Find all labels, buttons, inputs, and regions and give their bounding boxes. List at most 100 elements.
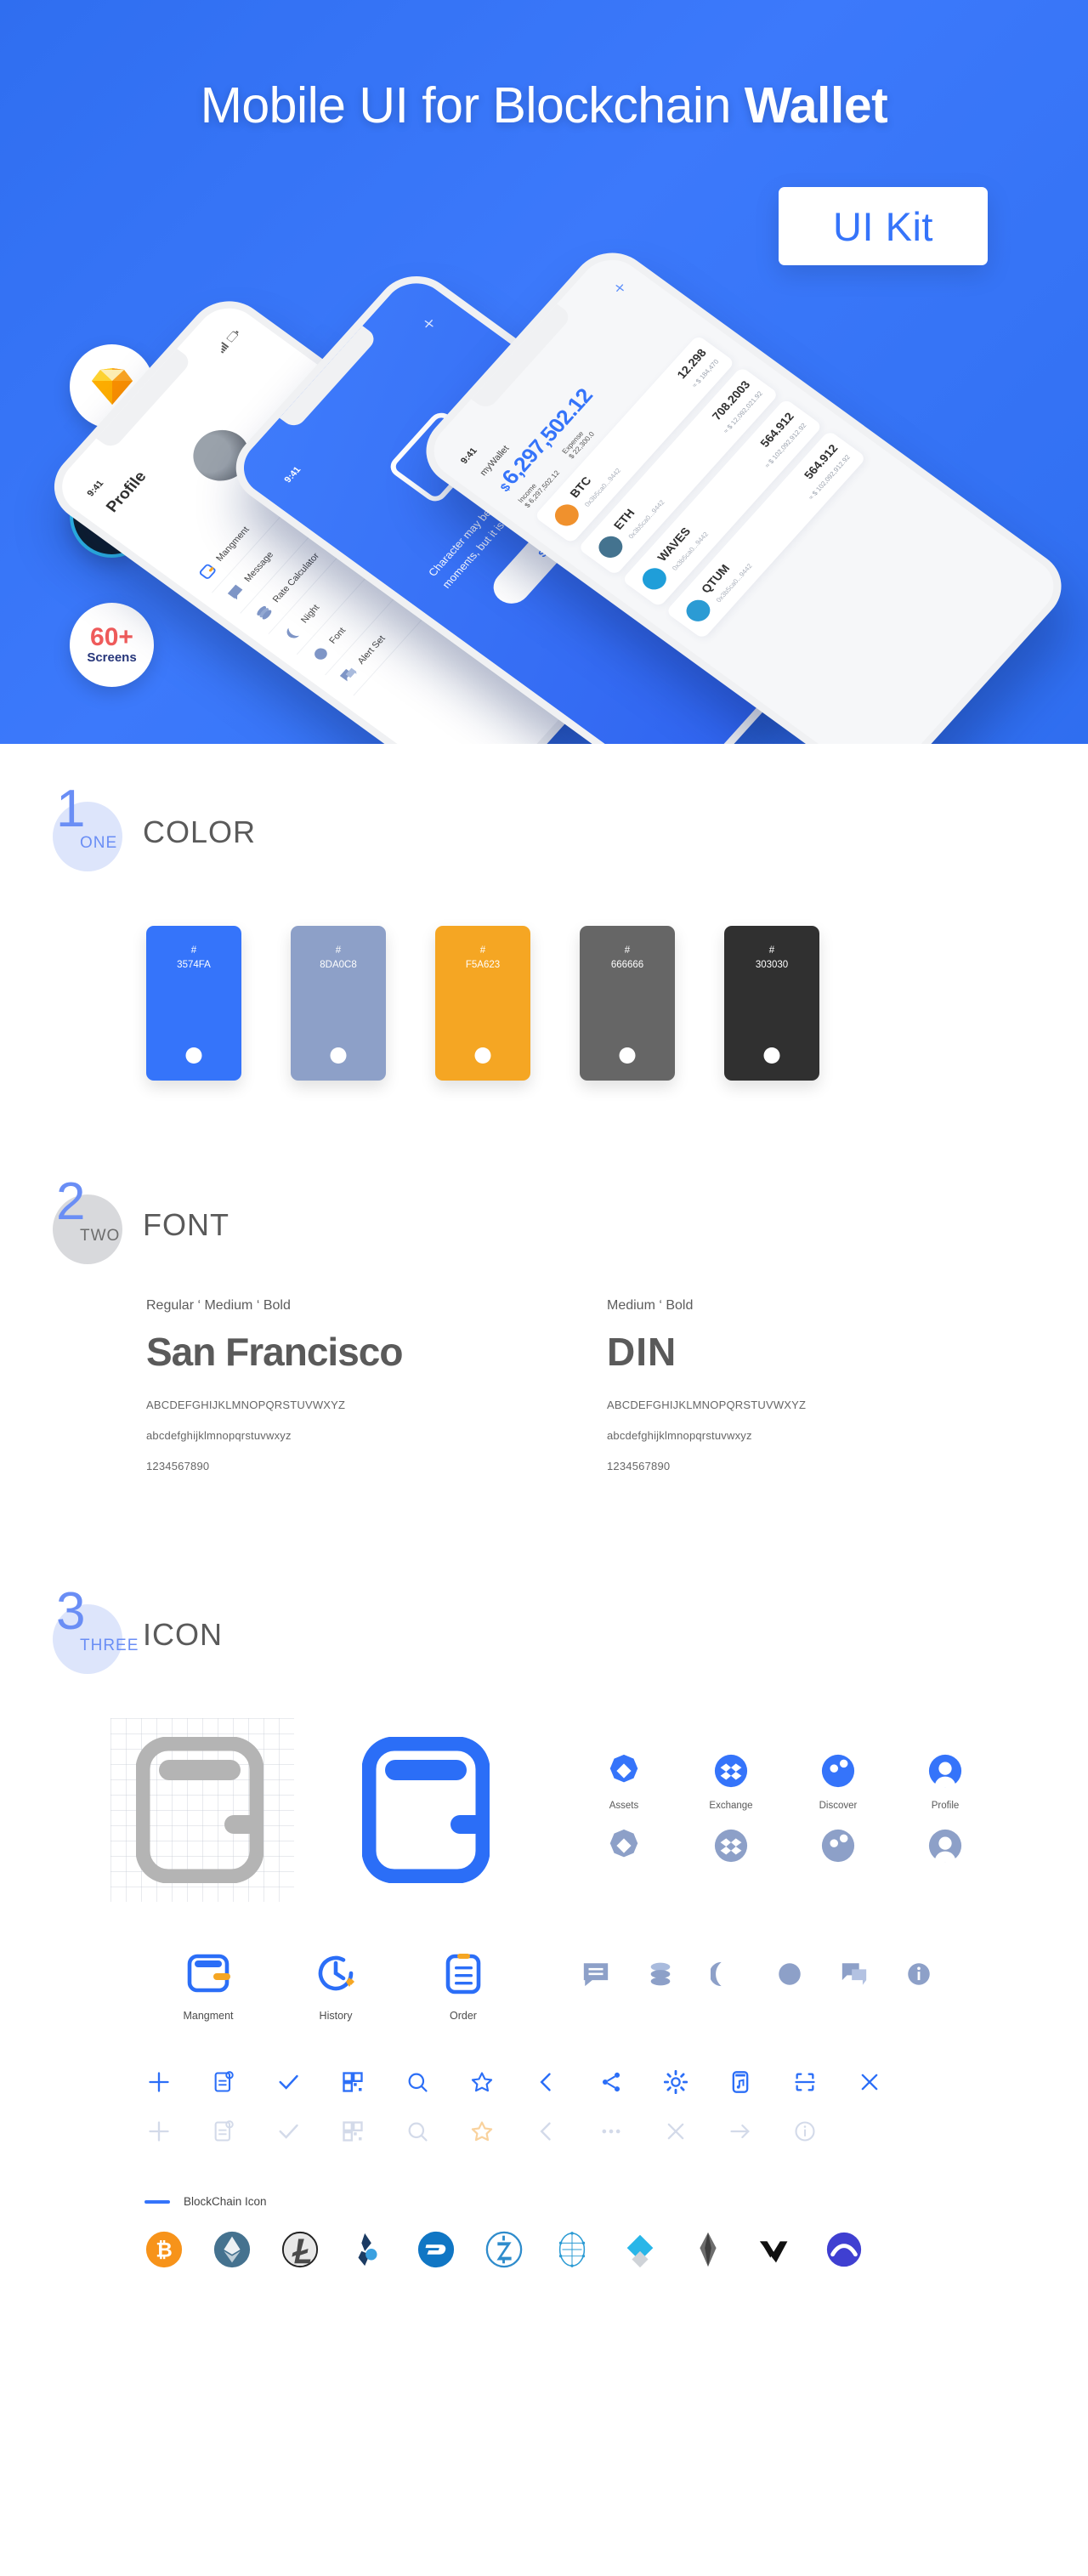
tab-bar-icon-set: Assets Exchange Discover Profile — [592, 1753, 978, 1868]
feature-mangment[interactable]: Mangment — [144, 1949, 272, 2022]
dash-icon[interactable] — [416, 2230, 456, 2269]
section-number-badge: 1 ONE — [34, 783, 122, 875]
exchange-icon-muted — [714, 1829, 748, 1862]
waves-icon[interactable] — [620, 2230, 660, 2269]
swatch-hex: 3574FA — [177, 959, 211, 970]
bitcoin-icon[interactable]: ₿ — [144, 2230, 184, 2269]
font-name: San Francisco — [146, 1330, 403, 1374]
section-number-badge: 3 THREE — [34, 1586, 138, 1677]
utility-icon-row-muted — [144, 2117, 1088, 2146]
wallet-icon-outline — [136, 1737, 264, 1883]
eos-icon[interactable] — [688, 2230, 728, 2269]
bitshares-icon[interactable] — [348, 2230, 388, 2269]
feature-order[interactable]: Order — [400, 1949, 527, 2022]
add-icon[interactable] — [610, 280, 629, 297]
exchange-icon — [714, 1754, 748, 1787]
tab-icon-profile[interactable]: Profile — [913, 1753, 978, 1868]
list-item-label: Night — [298, 603, 322, 625]
star-icon[interactable] — [468, 2117, 496, 2146]
plus-icon[interactable] — [144, 2117, 173, 2146]
history-clock-icon — [318, 1955, 354, 1991]
font-numbers: 1234567890 — [607, 1460, 671, 1472]
add-icon[interactable] — [419, 315, 439, 332]
card-music-icon[interactable] — [726, 2068, 755, 2097]
qrcode-icon[interactable] — [338, 2117, 367, 2146]
chat-icon[interactable] — [840, 1960, 869, 1989]
font-specimen: Medium ‘ Bold DIN ABCDEFGHIJKLMNOPQRSTUV… — [607, 1298, 972, 1490]
section-title: FONT — [143, 1207, 230, 1242]
moon-icon[interactable] — [711, 1960, 740, 1989]
swatch-hex: 303030 — [755, 959, 789, 970]
coin-meta: WAVES 0x3b5ca0...9442 — [654, 519, 712, 573]
close-icon[interactable] — [855, 2068, 884, 2097]
tab-icon-exchange[interactable]: Exchange — [699, 1753, 763, 1868]
gear-icon[interactable] — [661, 2068, 690, 2097]
check-icon[interactable] — [274, 2068, 303, 2097]
chevron-left-icon[interactable] — [532, 2068, 561, 2097]
tab-icon-discover[interactable]: Discover — [806, 1753, 870, 1868]
circle-icon[interactable] — [775, 1960, 804, 1989]
color-section-header: 1 ONE COLOR — [0, 783, 1088, 875]
wallet-icon-grid-frame — [110, 1718, 294, 1902]
feature-history[interactable]: History — [272, 1949, 400, 2022]
info-circle-icon[interactable] — [790, 2117, 819, 2146]
swatch-dot — [330, 1047, 347, 1064]
divider-line — [144, 2199, 170, 2204]
ethereum-icon — [593, 531, 627, 562]
search-icon[interactable] — [403, 2117, 432, 2146]
coin-amount: 12.298 ≈ $ 184,470 — [674, 346, 722, 390]
scan-icon[interactable] — [790, 2068, 819, 2097]
coin-address: 0x3b5ca0...9442 — [583, 467, 623, 508]
qtum-icon[interactable] — [552, 2230, 592, 2269]
document-settings-icon[interactable] — [209, 2117, 238, 2146]
info-icon[interactable] — [904, 1960, 933, 1989]
swatch-label: #666666 — [580, 926, 675, 972]
ethereum-icon[interactable] — [212, 2230, 252, 2269]
nano-icon[interactable] — [824, 2230, 864, 2269]
chevron-left-icon[interactable] — [532, 2117, 561, 2146]
icon-section: 3 THREE ICON Assets Exchange Discover Pr… — [0, 1490, 1088, 2346]
font-specimen: Regular ‘ Medium ‘ Bold San Francisco AB… — [146, 1298, 512, 1490]
tab-label: Discover — [819, 1800, 858, 1811]
swatch-hash: # — [479, 945, 486, 956]
wallet-icon-solid — [362, 1737, 490, 1883]
swatch-hex: 666666 — [610, 959, 644, 970]
message-icon[interactable] — [581, 1960, 610, 1989]
coins-stack-icon[interactable] — [646, 1960, 675, 1989]
more-icon[interactable] — [597, 2117, 626, 2146]
font-icon — [309, 644, 333, 665]
moon-icon — [280, 622, 304, 644]
waves-icon — [637, 563, 672, 594]
litecoin-icon[interactable] — [280, 2230, 320, 2269]
zcash-icon[interactable] — [484, 2230, 524, 2269]
swatch-hash: # — [335, 945, 342, 956]
section-word: ONE — [80, 834, 118, 852]
font-numbers: 1234567890 — [146, 1460, 210, 1472]
share-icon[interactable] — [597, 2068, 626, 2097]
tab-label: Profile — [931, 1800, 960, 1811]
search-icon[interactable] — [403, 2068, 432, 2097]
color-section: 1 ONE COLOR #3574FA #8DA0C8 # F5A623 #666… — [0, 744, 1088, 1081]
list-item-label: Font — [326, 625, 348, 646]
color-swatch: #666666 — [580, 926, 675, 1081]
font-uppercase: ABCDEFGHIJKLMNOPQRSTUVWXYZ — [607, 1399, 807, 1411]
coin-amount: 708.2003 ≈ $ 12,092,021.92 — [706, 378, 766, 436]
coins-stack-icon — [252, 602, 276, 623]
discover-icon — [821, 1754, 855, 1787]
document-settings-icon[interactable] — [209, 2068, 238, 2097]
check-icon[interactable] — [274, 2117, 303, 2146]
tab-icon-assets[interactable]: Assets — [592, 1753, 656, 1868]
message-icon — [224, 582, 248, 603]
star-icon[interactable] — [468, 2068, 496, 2097]
swatch-hash: # — [768, 945, 775, 956]
close-icon[interactable] — [661, 2117, 690, 2146]
arrow-right-icon[interactable] — [726, 2117, 755, 2146]
swatch-hex: F5A623 — [465, 959, 501, 970]
qrcode-icon[interactable] — [338, 2068, 367, 2097]
plus-icon[interactable] — [144, 2068, 173, 2097]
vechain-icon[interactable] — [756, 2230, 796, 2269]
color-swatch: # F5A623 — [435, 926, 530, 1081]
swatch-hash: # — [190, 945, 197, 956]
color-swatch: #303030 — [724, 926, 819, 1081]
status-time: 9:41 — [85, 479, 106, 499]
